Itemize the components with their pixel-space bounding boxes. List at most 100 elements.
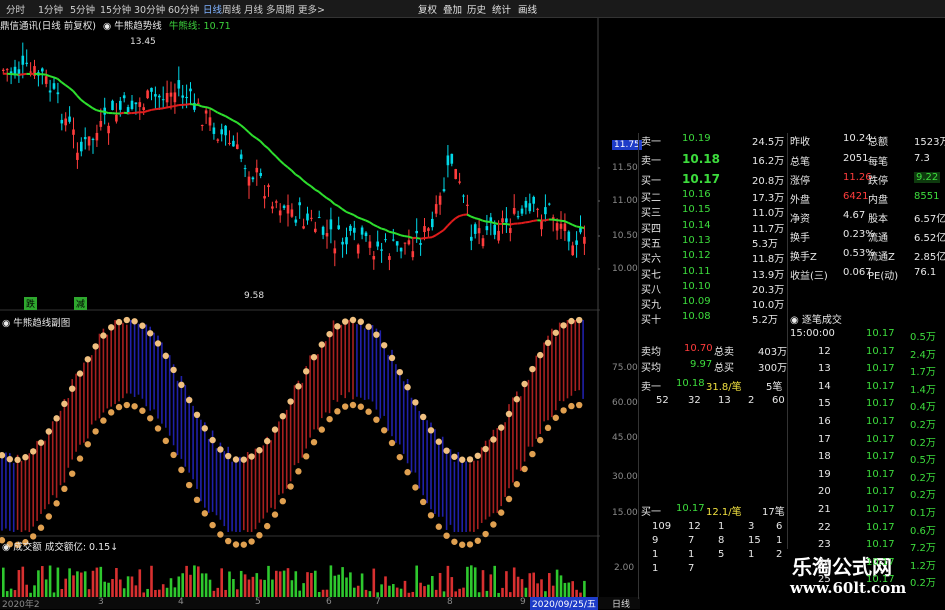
volume-bar <box>330 565 333 597</box>
date-axis: 2020年2 3 4 5 6 7 8 9 2020/09/25/五 日线 <box>0 597 640 609</box>
trend-line-segment <box>553 220 557 221</box>
candle-body <box>310 218 313 219</box>
trend-line-segment <box>186 104 190 105</box>
candle-body <box>556 223 559 230</box>
tick-price: 10.17 <box>866 346 895 357</box>
volume-bar <box>462 588 465 597</box>
candle-body <box>220 129 223 134</box>
trend-line-segment <box>416 238 420 239</box>
candle-body <box>29 72 32 73</box>
date-label: 9 <box>520 597 526 607</box>
stat-label: 内盘 <box>868 191 888 206</box>
stat-value: 76.1 <box>914 267 936 278</box>
trend-line-segment <box>350 213 354 215</box>
tick-time: 23 <box>818 539 831 550</box>
trend-line-segment <box>385 230 389 232</box>
trend-line-segment <box>147 110 151 111</box>
sub-chart-bead-upper <box>264 438 270 444</box>
sub-chart-bead-upper <box>46 428 52 434</box>
candle-body <box>197 103 200 104</box>
volume-bar <box>88 589 91 597</box>
candle-body <box>412 251 415 257</box>
candle-body <box>68 117 71 122</box>
sub-chart-bead-lower <box>553 415 559 421</box>
sub-chart-bead-lower <box>568 403 574 409</box>
trend-line-segment <box>342 209 346 212</box>
sub-chart-bead-upper <box>287 398 293 404</box>
order-label: 买九 <box>641 296 661 311</box>
queue-sell-count: 5笔 <box>766 378 782 393</box>
candle-body <box>525 201 528 208</box>
volume-bar <box>536 583 539 597</box>
tick-price: 10.17 <box>866 539 895 550</box>
volume-bar <box>107 583 110 597</box>
order-label: 卖一 <box>641 133 661 148</box>
volume-bar <box>415 566 418 597</box>
sub-chart-bead-upper <box>568 318 574 324</box>
volume-bar <box>435 590 438 597</box>
candle-body <box>166 93 169 102</box>
sub-chart-bead-upper <box>389 355 395 361</box>
trend-line-segment <box>299 177 303 181</box>
trend-line-segment <box>455 216 459 218</box>
trend-line-segment <box>475 218 479 219</box>
candle-body <box>84 137 87 139</box>
sub-chart-bead-lower <box>514 481 520 487</box>
order-label: 买五 <box>641 235 661 250</box>
sub-axis-label: 75.00 <box>612 363 638 373</box>
volume-bar <box>513 567 516 597</box>
candle-body <box>154 94 157 96</box>
volume-bar <box>220 568 223 597</box>
volume-bar <box>84 571 87 597</box>
sub-chart-bead-lower <box>303 453 309 459</box>
candle-body <box>228 143 231 144</box>
trend-line-segment <box>436 233 440 235</box>
trend-line-segment <box>307 184 311 187</box>
trend-line-segment <box>393 233 397 234</box>
stat-label: 流通Z <box>868 248 895 263</box>
sub-chart-bead-lower <box>69 470 75 476</box>
tick-time: 15:00:00 <box>790 328 835 339</box>
sub-chart-bead-lower <box>404 469 410 475</box>
queue-buy-price: 10.17 <box>676 503 705 514</box>
volume-bar <box>41 566 44 597</box>
volume-bar <box>439 573 442 597</box>
volume-bar <box>345 578 348 597</box>
candle-body <box>408 240 411 244</box>
volume-bar <box>197 566 200 597</box>
queue-sell-price: 10.18 <box>676 378 705 389</box>
trend-line-segment <box>54 77 58 78</box>
trend-line-segment <box>338 206 342 209</box>
order-price: 10.09 <box>682 296 711 307</box>
sub-chart-bead-upper <box>53 415 59 421</box>
candle-body <box>287 205 290 213</box>
sub-axis-label: 30.00 <box>612 472 638 482</box>
trend-line-segment <box>221 114 225 116</box>
candle-body <box>224 126 227 135</box>
volume-bar <box>521 579 524 597</box>
trend-line-segment <box>268 148 272 152</box>
candle-body <box>236 144 239 149</box>
tick-time: 13 <box>818 363 831 374</box>
candle-body <box>25 63 28 64</box>
low-marker: 9.58 <box>244 291 264 301</box>
sub-axis-label: 45.00 <box>612 433 638 443</box>
sub-chart-bead-upper <box>553 330 559 336</box>
volume-bar <box>115 568 118 597</box>
trend-line-segment <box>346 212 350 214</box>
trend-line-segment <box>354 215 358 217</box>
sub-chart-bead-upper <box>482 446 488 452</box>
sub-chart-bead-upper <box>498 424 504 430</box>
trend-line-segment <box>491 222 495 223</box>
candle-body <box>571 245 574 255</box>
volume-bar <box>181 573 184 597</box>
period-indicator[interactable]: 日线 <box>612 597 630 610</box>
queue-cell: 1 <box>652 563 658 574</box>
candle-body <box>142 107 145 110</box>
sub-chart-bead-upper <box>155 340 161 346</box>
tick-volume: 0.5万 <box>910 328 936 343</box>
queue-buy-avg: 12.1/笔 <box>706 503 742 518</box>
sub-chart-bead-lower <box>241 541 247 547</box>
candle-body <box>536 209 539 210</box>
sub-chart-bead-upper <box>256 447 262 453</box>
